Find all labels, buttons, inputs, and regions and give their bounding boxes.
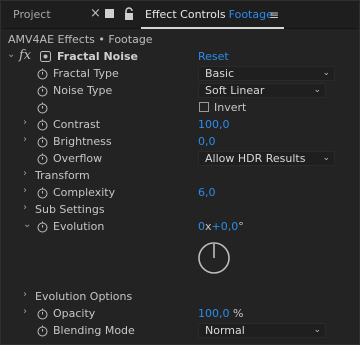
collapse-arrow[interactable]: ⌄ <box>23 219 31 230</box>
complexity-label: Complexity <box>53 186 116 199</box>
tab-bar: Project × Effect Controls Footage ≡ <box>1 1 359 29</box>
property-invert: Invert <box>1 99 359 116</box>
expand-arrow[interactable]: › <box>23 185 27 196</box>
stopwatch-icon[interactable] <box>37 308 48 320</box>
chevron-down-icon: ⌄ <box>322 68 330 78</box>
complexity-value[interactable]: 6,0 <box>198 186 216 199</box>
effect-header-row: ⌄ fx Fractal Noise Reset <box>1 48 359 65</box>
evolution-label: Evolution <box>53 220 105 233</box>
stopwatch-icon[interactable] <box>37 136 48 148</box>
fractal-type-dropdown[interactable]: Basic ⌄ <box>198 66 335 81</box>
noise-type-dropdown[interactable]: Soft Linear ⌄ <box>198 83 326 98</box>
breadcrumb: AMV4AE Effects • Footage <box>8 33 153 46</box>
transform-label[interactable]: Transform <box>35 169 90 182</box>
property-noise-type: Noise Type Soft Linear ⌄ <box>1 82 359 99</box>
invert-label[interactable]: Invert <box>214 101 246 114</box>
blending-mode-label: Blending Mode <box>53 324 135 337</box>
brightness-label: Brightness <box>53 135 112 148</box>
opacity-unit: % <box>233 307 244 320</box>
property-overflow: Overflow Allow HDR Results ⌄ <box>1 150 359 167</box>
property-blending-mode: Blending Mode Normal ⌄ <box>1 322 359 339</box>
overflow-dropdown[interactable]: Allow HDR Results ⌄ <box>198 151 335 166</box>
opacity-value-group: 100,0 % <box>198 307 243 320</box>
expand-arrow[interactable]: › <box>23 202 27 213</box>
stopwatch-icon[interactable] <box>37 102 48 114</box>
tab-project[interactable]: Project <box>13 8 51 21</box>
close-icon[interactable]: × <box>90 6 101 21</box>
evolution-value: 0x+0,0° <box>198 220 244 233</box>
evolution-dial-row <box>1 235 359 288</box>
expand-arrow[interactable]: › <box>23 289 27 300</box>
expand-arrow[interactable]: › <box>23 134 27 145</box>
opacity-label: Opacity <box>53 307 96 320</box>
property-evolution: ⌄ Evolution 0x+0,0° <box>1 218 359 235</box>
contrast-value[interactable]: 100,0 <box>198 118 230 131</box>
square-icon[interactable] <box>105 9 114 18</box>
evolution-revolutions[interactable]: 0 <box>198 220 205 233</box>
stopwatch-icon[interactable] <box>37 68 48 80</box>
group-evolution-options: › Evolution Options <box>1 288 359 305</box>
tab-effect-controls-layer: Footage <box>228 8 273 21</box>
group-sub-settings: › Sub Settings <box>1 201 359 218</box>
contrast-label: Contrast <box>53 118 101 131</box>
chevron-down-icon: ⌄ <box>313 85 321 95</box>
stopwatch-icon[interactable] <box>37 119 48 131</box>
fractal-type-value: Basic <box>205 67 235 80</box>
effect-name: Fractal Noise <box>57 50 139 63</box>
overflow-label: Overflow <box>53 152 103 165</box>
overflow-value: Allow HDR Results <box>205 152 306 165</box>
property-contrast: › Contrast 100,0 <box>1 116 359 133</box>
sub-settings-label[interactable]: Sub Settings <box>35 203 105 216</box>
expand-arrow[interactable]: › <box>23 168 27 179</box>
property-opacity: › Opacity 100,0 % <box>1 305 359 322</box>
stopwatch-icon[interactable] <box>37 153 48 165</box>
stopwatch-icon[interactable] <box>37 221 48 233</box>
tab-effect-controls-label: Effect Controls <box>145 8 226 21</box>
noise-type-label: Noise Type <box>53 84 113 97</box>
fractal-type-label: Fractal Type <box>53 67 119 80</box>
tab-effect-controls[interactable]: Effect Controls Footage <box>145 8 273 21</box>
property-brightness: › Brightness 0,0 <box>1 133 359 150</box>
stopwatch-icon[interactable] <box>37 325 48 337</box>
noise-type-value: Soft Linear <box>205 84 265 97</box>
menu-icon[interactable]: ≡ <box>269 8 279 22</box>
opacity-value[interactable]: 100,0 <box>198 307 230 320</box>
fx-icon[interactable]: fx <box>19 48 31 63</box>
brightness-value[interactable]: 0,0 <box>198 135 216 148</box>
evolution-degree-unit: ° <box>238 220 244 233</box>
property-complexity: › Complexity 6,0 <box>1 184 359 201</box>
group-transform: › Transform <box>1 167 359 184</box>
stopwatch-icon[interactable] <box>37 187 48 199</box>
property-fractal-type: Fractal Type Basic ⌄ <box>1 65 359 82</box>
lock-icon[interactable] <box>123 7 135 21</box>
chevron-down-icon: ⌄ <box>322 153 330 163</box>
tab-active-indicator <box>141 27 284 29</box>
chevron-down-icon: ⌄ <box>313 325 321 335</box>
evolution-options-label[interactable]: Evolution Options <box>35 290 132 303</box>
effect-lock-icon <box>40 51 51 62</box>
stopwatch-icon[interactable] <box>37 85 48 97</box>
invert-checkbox[interactable] <box>199 102 209 112</box>
collapse-arrow[interactable]: ⌄ <box>7 49 15 60</box>
evolution-degrees[interactable]: +0,0 <box>212 220 239 233</box>
property-list: ⌄ fx Fractal Noise Reset Fractal Type Ba… <box>1 48 359 339</box>
evolution-dial-icon[interactable] <box>197 241 231 275</box>
reset-link[interactable]: Reset <box>198 50 229 63</box>
blending-mode-value: Normal <box>205 324 245 337</box>
blending-mode-dropdown[interactable]: Normal ⌄ <box>198 323 326 338</box>
expand-arrow[interactable]: › <box>23 306 27 317</box>
effect-controls-panel: Project × Effect Controls Footage ≡ AMV4A… <box>0 0 360 345</box>
expand-arrow[interactable]: › <box>23 117 27 128</box>
